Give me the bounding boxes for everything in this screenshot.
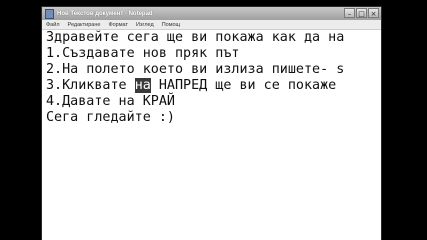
menu-file[interactable]: Файл: [46, 22, 60, 28]
window-controls: – □ ×: [344, 8, 379, 18]
menu-view[interactable]: Изглед: [136, 22, 154, 28]
text-after-selection: НАПРЕД ще ви се покаже: [150, 78, 337, 93]
editor-line: 2.На полето което ви излиза пишете- s: [46, 62, 345, 77]
menu-edit[interactable]: Редактиране: [68, 22, 101, 28]
selected-text[interactable]: на: [134, 78, 151, 93]
editor-line: Здравейте сега ще ви покажа как да на: [46, 30, 345, 45]
minimize-button[interactable]: –: [344, 8, 355, 18]
editor-line-with-selection: 3.Кликвате на НАПРЕД ще ви се покаже: [46, 78, 336, 94]
editor-line: Сега гледайте :): [46, 110, 175, 125]
maximize-button[interactable]: □: [356, 8, 367, 18]
menu-help[interactable]: Помощ: [162, 22, 180, 28]
title-bar[interactable]: Нов Текстов документ - Notepad – □ ×: [42, 7, 381, 20]
editor-line: 4.Давате на КРАЙ: [46, 94, 175, 109]
window-title: Нов Текстов документ - Notepad: [57, 10, 153, 17]
text-editor-area[interactable]: Здравейте сега ще ви покажа как да на 1.…: [42, 30, 381, 240]
close-button[interactable]: ×: [368, 8, 379, 18]
notepad-window: Нов Текстов документ - Notepad – □ × Фай…: [42, 7, 381, 240]
notepad-icon: [45, 8, 54, 19]
menu-format[interactable]: Формат: [108, 22, 128, 28]
editor-line: 1.Създавате нов пряк път: [46, 46, 240, 61]
menu-bar: Файл Редактиране Формат Изглед Помощ: [42, 20, 381, 30]
text-before-selection: 3.Кликвате: [46, 78, 135, 93]
